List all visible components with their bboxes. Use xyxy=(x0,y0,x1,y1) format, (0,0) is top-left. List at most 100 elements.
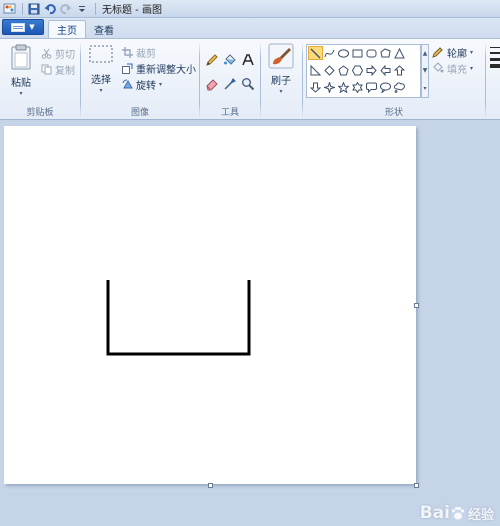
down-arrow-shape[interactable] xyxy=(308,80,323,94)
scroll-up-icon[interactable]: ▲ xyxy=(423,50,428,57)
qat-separator xyxy=(95,2,96,15)
save-icon[interactable] xyxy=(27,2,41,16)
window-title: 无标题 - 画图 xyxy=(102,5,162,16)
magnifier-tool[interactable] xyxy=(239,75,256,92)
five-point-star-shape[interactable] xyxy=(336,80,351,94)
clipboard-group-label: 剪贴板 xyxy=(26,108,54,118)
shapes-gallery xyxy=(306,44,421,98)
oval-shape[interactable] xyxy=(336,46,351,60)
watermark-text: Bai xyxy=(419,503,450,523)
redo-icon[interactable] xyxy=(59,2,73,16)
image-group-label: 图像 xyxy=(130,108,149,118)
watermark: Bai 经验 xyxy=(420,503,494,523)
eraser-icon xyxy=(205,78,218,90)
fill-label: 填充 xyxy=(447,64,467,76)
up-arrow-shape[interactable] xyxy=(392,63,407,77)
clipboard-group: 粘贴 ▾ 剪切 复制 剪贴板 xyxy=(0,39,80,120)
undo-icon[interactable] xyxy=(43,2,57,16)
right-arrow-icon xyxy=(366,64,377,76)
crop-icon xyxy=(121,46,133,58)
rectangle-shape[interactable] xyxy=(350,46,365,60)
pentagon-icon xyxy=(338,64,349,75)
shapes-gallery-scroll[interactable]: ▲ ▼ ▾ xyxy=(421,44,429,98)
curve-shape[interactable] xyxy=(322,46,337,60)
line-icon xyxy=(310,48,321,58)
four-point-star-icon xyxy=(324,81,335,93)
outline-label: 轮廓 xyxy=(447,48,467,60)
select-rectangle-icon xyxy=(89,45,113,63)
crop-button[interactable]: 裁剪 xyxy=(121,44,156,60)
resize-label: 重新调整大小 xyxy=(136,64,196,76)
eraser-tool[interactable] xyxy=(203,75,220,92)
pencil-icon xyxy=(205,53,218,66)
left-arrow-icon xyxy=(380,64,391,76)
cut-button[interactable]: 剪切 xyxy=(40,45,75,61)
hexagon-shape[interactable] xyxy=(350,63,365,77)
outline-pen-icon xyxy=(432,46,444,58)
resize-handle-right[interactable] xyxy=(414,303,419,308)
select-button[interactable]: 选择 ▾ xyxy=(86,43,116,94)
right-triangle-shape[interactable] xyxy=(308,63,323,77)
outline-button[interactable]: 轮廓 ▾ xyxy=(432,44,473,60)
quick-access-toolbar xyxy=(0,0,100,18)
rounded-rectangle-shape[interactable] xyxy=(364,46,379,60)
triangle-shape[interactable] xyxy=(392,46,407,60)
tab-view[interactable]: 查看 xyxy=(86,20,122,38)
paint-menu-button[interactable]: ▼ xyxy=(2,19,44,35)
chevron-down-icon: ▾ xyxy=(19,90,23,97)
copy-button[interactable]: 复制 xyxy=(40,61,75,77)
rotate-button[interactable]: 旋转 ▾ xyxy=(121,76,162,92)
up-arrow-icon xyxy=(394,64,405,75)
triangle-icon xyxy=(394,47,405,58)
rectangle-icon xyxy=(352,49,363,57)
paste-label: 粘贴 xyxy=(11,78,31,89)
color-picker-tool[interactable] xyxy=(221,75,238,92)
scissors-icon xyxy=(40,47,52,59)
text-icon xyxy=(241,53,254,65)
polygon-shape[interactable] xyxy=(378,46,393,60)
brushes-label: 刷子 xyxy=(271,76,291,87)
four-point-star-shape[interactable] xyxy=(322,80,337,94)
paste-button[interactable]: 粘贴 ▾ xyxy=(6,43,36,97)
curve-icon xyxy=(324,49,335,57)
pencil-tool[interactable] xyxy=(203,51,220,68)
five-point-star-icon xyxy=(338,81,349,93)
resize-handle-corner[interactable] xyxy=(414,483,419,488)
paint-app-icon[interactable] xyxy=(2,2,16,16)
customize-qat-icon[interactable] xyxy=(75,2,89,16)
tab-home[interactable]: 主页 xyxy=(48,20,86,38)
qat-separator xyxy=(22,2,23,15)
cloud-callout-shape[interactable] xyxy=(392,80,407,94)
text-tool[interactable] xyxy=(239,51,256,68)
magnifier-icon xyxy=(241,77,254,90)
line-size-icon xyxy=(490,47,500,68)
hexagon-icon xyxy=(352,65,363,75)
group-separator xyxy=(485,42,486,118)
pentagon-shape[interactable] xyxy=(336,63,351,77)
oval-callout-shape[interactable] xyxy=(378,80,393,94)
paint-bucket-icon xyxy=(223,53,236,65)
select-label: 选择 xyxy=(91,75,111,86)
diamond-icon xyxy=(324,64,335,76)
brushes-button[interactable]: 刷子 ▾ xyxy=(266,43,296,95)
drawn-u-shape xyxy=(106,280,251,356)
oval-icon xyxy=(338,48,349,58)
drawing-canvas[interactable] xyxy=(4,126,416,484)
chevron-down-icon: ▾ xyxy=(279,88,283,95)
fill-tool[interactable] xyxy=(221,51,238,68)
rounded-callout-shape[interactable] xyxy=(364,80,379,94)
size-button[interactable] xyxy=(490,45,500,69)
resize-button[interactable]: 重新调整大小 xyxy=(121,60,196,76)
line-shape[interactable] xyxy=(308,46,323,60)
brush-icon xyxy=(268,43,294,69)
gallery-expand-icon[interactable]: ▾ xyxy=(423,85,426,92)
resize-handle-bottom[interactable] xyxy=(208,483,213,488)
scroll-down-icon[interactable]: ▼ xyxy=(423,67,428,74)
polygon-icon xyxy=(380,47,391,57)
six-point-star-shape[interactable] xyxy=(350,80,365,94)
cut-label: 剪切 xyxy=(55,49,75,61)
diamond-shape[interactable] xyxy=(322,63,337,77)
right-arrow-shape[interactable] xyxy=(364,63,379,77)
left-arrow-shape[interactable] xyxy=(378,63,393,77)
fill-button[interactable]: 填充 ▾ xyxy=(432,60,473,76)
